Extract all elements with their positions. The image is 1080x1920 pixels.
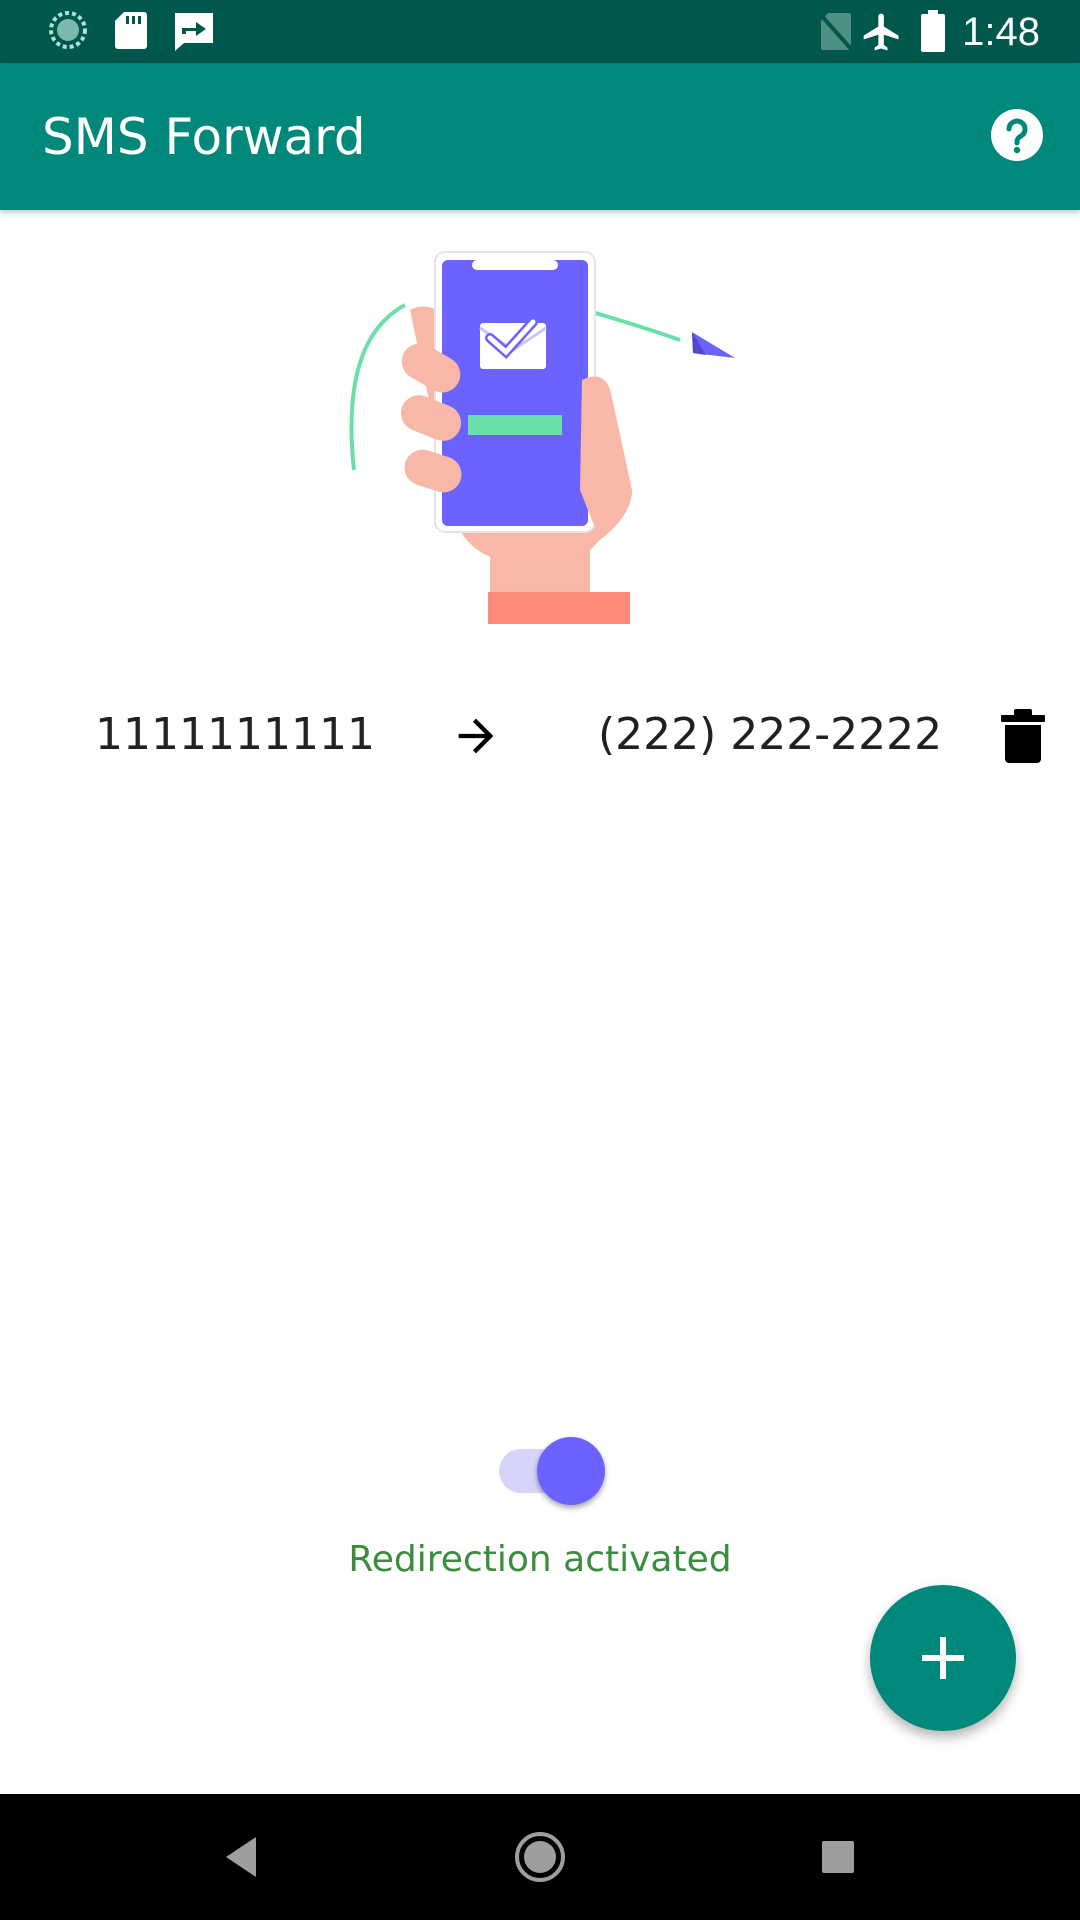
no-sim-icon: [818, 12, 854, 52]
back-icon[interactable]: [212, 1827, 272, 1887]
source-number: 1111111111: [95, 709, 375, 760]
app-bar: SMS Forward: [0, 63, 1080, 210]
toggle-thumb: [537, 1437, 605, 1505]
home-icon[interactable]: [510, 1827, 570, 1887]
arrow-right-icon: [458, 718, 494, 754]
forward-rule-row: 1111111111 (222) 222-2222: [0, 690, 1080, 780]
sync-progress-icon: [49, 11, 87, 49]
sd-card-icon: [115, 12, 147, 49]
delete-icon[interactable]: [1000, 708, 1046, 764]
forward-message-icon: [175, 13, 213, 51]
redirection-status-text: Redirection activated: [348, 1539, 732, 1580]
navigation-bar: [0, 1794, 1080, 1920]
redirection-toggle[interactable]: [495, 1435, 610, 1505]
app-title: SMS Forward: [42, 108, 366, 166]
clock-time: 1:48: [962, 10, 1040, 54]
phone-in-hand-illustration: [349, 251, 735, 624]
destination-number: (222) 222-2222: [598, 709, 943, 760]
add-rule-button[interactable]: [870, 1585, 1016, 1731]
status-bar: 1:48: [0, 0, 1080, 63]
battery-icon: [921, 10, 945, 52]
recents-icon[interactable]: [808, 1827, 868, 1887]
airplane-mode-icon: [863, 13, 899, 51]
plus-icon: [922, 1637, 964, 1679]
help-icon[interactable]: [990, 108, 1044, 162]
